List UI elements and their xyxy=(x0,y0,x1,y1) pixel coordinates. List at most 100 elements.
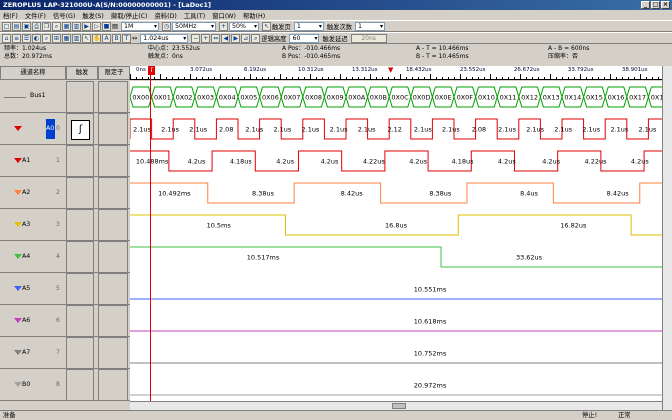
frequency-select[interactable]: 50MHz xyxy=(171,21,216,31)
channel-name: A3 xyxy=(22,221,31,228)
trigger-count-select[interactable]: 1 xyxy=(355,21,386,31)
channel-trigger-cell[interactable] xyxy=(66,305,94,337)
horizontal-scrollbar[interactable] xyxy=(130,401,662,410)
menu-item-6[interactable]: 工具(T) xyxy=(184,11,205,20)
menu-item-3[interactable]: 触发(S) xyxy=(82,11,104,20)
sample-size-select[interactable]: 1M xyxy=(120,21,159,31)
marker-b-icon[interactable]: B xyxy=(112,33,121,43)
zoom-icon[interactable]: ⌕ xyxy=(52,21,61,31)
center-marker-icon[interactable]: ▼ xyxy=(388,66,393,74)
print-icon[interactable]: ⎙ xyxy=(32,21,41,31)
channel-limit-cell[interactable] xyxy=(98,209,128,241)
ruler-minor-tick xyxy=(532,77,533,79)
trigger-page-select[interactable]: 1 xyxy=(293,21,324,31)
cursor-icon[interactable]: ↖ xyxy=(82,33,91,43)
left-icon[interactable]: ◀ xyxy=(221,33,231,43)
maximize-button[interactable]: □ xyxy=(651,1,660,9)
channel-limit-cell[interactable] xyxy=(98,337,128,369)
list-icon[interactable]: ☰ xyxy=(22,33,31,43)
pulse-width-label: 8.38us xyxy=(252,190,275,198)
level-select[interactable]: 60 xyxy=(289,33,320,43)
marker-a-icon[interactable]: A xyxy=(102,33,111,43)
channel-trigger-cell[interactable] xyxy=(66,337,94,369)
rising-edge-icon[interactable]: ʃ xyxy=(71,120,90,140)
channel-limit-cell[interactable] xyxy=(98,145,128,177)
zoom-in2-icon[interactable]: + xyxy=(201,33,211,43)
chart2-icon[interactable]: ▥ xyxy=(72,33,81,43)
stop-icon[interactable]: ■ xyxy=(102,21,111,31)
channel-trigger-cell[interactable]: ʃ xyxy=(66,113,94,145)
channel-trigger-cell[interactable] xyxy=(66,241,94,273)
zoom-out-icon[interactable]: − xyxy=(191,33,201,43)
menu-item-2[interactable]: 信号(G) xyxy=(53,11,75,20)
search2-icon[interactable]: ⌕ xyxy=(251,33,261,43)
hand-icon[interactable]: ✋ xyxy=(92,33,101,43)
ruler-tick: 10.312us xyxy=(297,67,324,73)
save-icon[interactable]: ▣ xyxy=(22,21,31,31)
bus-icon[interactable]: ≡ xyxy=(12,33,21,43)
pulse-width-label: 4.2us xyxy=(188,158,206,166)
vertical-scrollbar[interactable] xyxy=(662,66,672,410)
scroll-thumb[interactable] xyxy=(392,403,406,409)
copy-icon[interactable]: ❐ xyxy=(42,21,51,31)
channel-trigger-cell[interactable] xyxy=(66,369,94,401)
time-per-div-select[interactable]: 1.024us xyxy=(140,33,189,43)
channel-limit-cell[interactable] xyxy=(98,177,128,209)
bus-limit-cell[interactable] xyxy=(98,81,128,113)
channel-limit-cell[interactable] xyxy=(98,369,128,401)
pointer-icon[interactable]: ↖ xyxy=(261,21,271,31)
zoom-in-icon[interactable]: + xyxy=(218,21,228,31)
table-icon[interactable]: ▦ xyxy=(62,33,71,43)
zoom-select[interactable]: 50% xyxy=(228,21,259,31)
open-icon[interactable]: ▤ xyxy=(12,21,21,31)
status-bar: 准备 停止! 正常 xyxy=(0,410,672,420)
run-icon[interactable]: ▶ xyxy=(82,21,91,31)
home-icon[interactable]: ⌂ xyxy=(2,33,11,43)
bus-trigger-cell[interactable] xyxy=(66,81,94,113)
minimize-button[interactable]: _ xyxy=(641,1,650,9)
channel-name: A2 xyxy=(22,189,31,196)
channel-trigger-cell[interactable] xyxy=(66,273,94,305)
menu-item-4[interactable]: 撷取/停止(C) xyxy=(111,11,148,20)
channel-trigger-cell[interactable] xyxy=(66,209,94,241)
channel-limit-cell[interactable] xyxy=(98,113,128,145)
find-icon[interactable]: ⌕ xyxy=(42,33,51,43)
filter-icon[interactable]: ⊞ xyxy=(52,33,61,43)
new-icon[interactable]: □ xyxy=(2,21,11,31)
menu-item-0[interactable]: 档(F) xyxy=(3,11,18,20)
menu-item-5[interactable]: 资料(D) xyxy=(155,11,177,20)
pulse-width-label: 8.42us xyxy=(341,190,364,198)
channel-color-icon xyxy=(14,318,22,323)
right-icon[interactable]: ▶ xyxy=(231,33,241,43)
trigger-delay-button[interactable]: 20ns xyxy=(350,33,387,43)
trigger-icon[interactable]: ⊿ xyxy=(241,33,251,43)
channel-limit-cell[interactable] xyxy=(98,273,128,305)
pulse-width-label: 4.18us xyxy=(452,158,475,166)
color-icon[interactable]: ◐ xyxy=(32,33,41,43)
chart-icon[interactable]: ▥ xyxy=(72,21,81,31)
close-button[interactable]: × xyxy=(661,1,670,9)
ruler-minor-tick xyxy=(418,77,419,79)
marker-t-icon[interactable]: T xyxy=(122,33,131,43)
ruler-minor-tick xyxy=(598,77,599,79)
channel-limit-cell[interactable] xyxy=(98,305,128,337)
channel-wave: 10.492ms 8.38us 8.42us 8.38us 8.4us 8.42us xyxy=(130,177,662,209)
grid-icon[interactable]: ▦ xyxy=(62,21,71,31)
channel-limit-cell[interactable] xyxy=(98,241,128,273)
menu-item-8[interactable]: 帮助(H) xyxy=(243,11,265,20)
ruler-minor-tick xyxy=(298,77,299,79)
menu-item-1[interactable]: 文件(F) xyxy=(25,11,46,20)
run-repeat-icon[interactable]: ▷ xyxy=(92,21,101,31)
ruler-minor-tick xyxy=(454,77,455,79)
channel-trigger-cell[interactable] xyxy=(66,145,94,177)
ruler-minor-tick xyxy=(190,74,191,79)
channel-waveform xyxy=(130,182,662,204)
bus-value: 0X09 xyxy=(327,94,344,102)
fit-icon[interactable]: ⇔ xyxy=(211,33,221,43)
bus-value: 0X11 xyxy=(500,94,517,102)
ruler-minor-tick xyxy=(352,77,353,79)
menu-item-7[interactable]: 窗口(W) xyxy=(212,11,236,20)
channel-trigger-cell[interactable] xyxy=(66,177,94,209)
ruler-minor-tick xyxy=(592,77,593,79)
pulse-width-label: 2.1us xyxy=(414,126,432,134)
